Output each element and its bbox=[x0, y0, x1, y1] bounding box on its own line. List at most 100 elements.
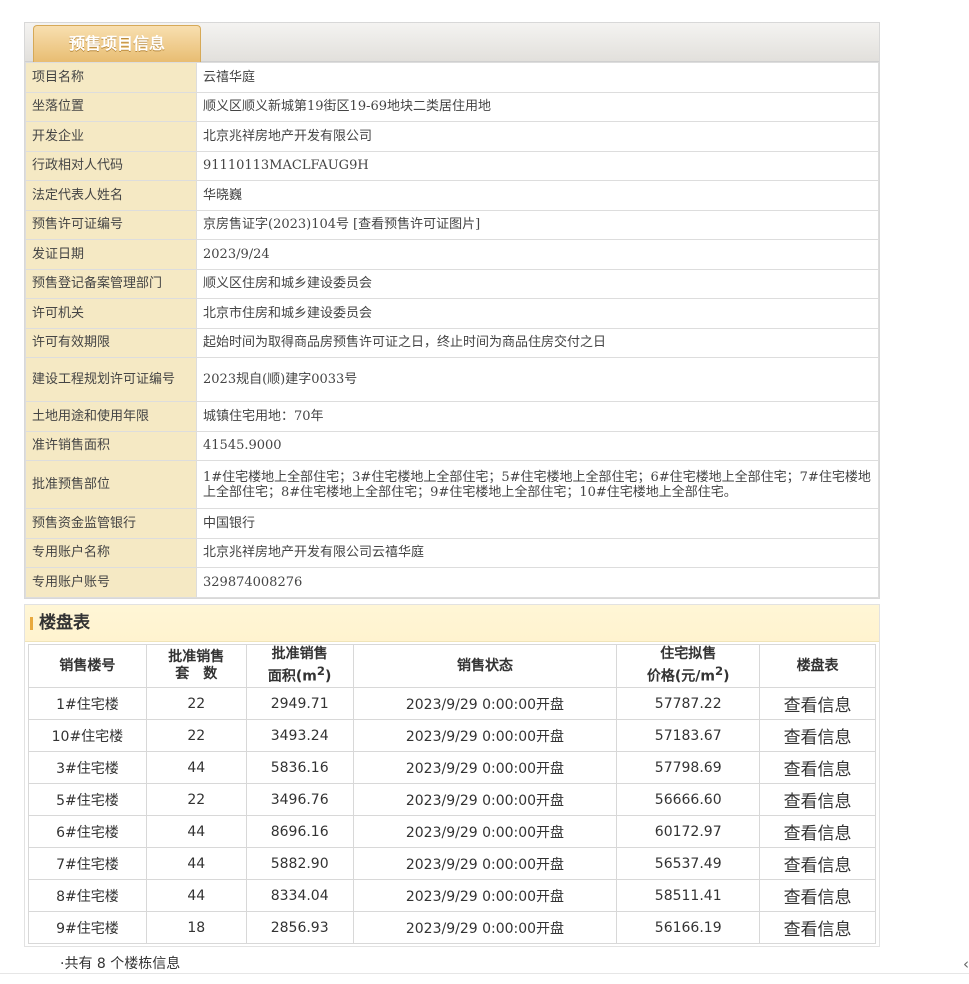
cell-status: 2023/9/29 0:00:00开盘 bbox=[352, 879, 618, 912]
info-key: 开发企业 bbox=[25, 121, 197, 152]
info-value-text: 北京兆祥房地产开发有限公司云禧华庭 bbox=[203, 545, 425, 561]
table-row: 5#住宅楼 22 3496.76 2023/9/29 0:00:00开盘 56666.6… bbox=[28, 783, 876, 816]
top-cropped-strip bbox=[0, 0, 969, 4]
col-header-status: 销售状态 bbox=[352, 644, 618, 688]
view-info-link[interactable]: 查看信息 bbox=[759, 783, 876, 816]
cell-price: 57798.69 bbox=[616, 751, 761, 784]
info-key: 土地用途和使用年限 bbox=[25, 401, 197, 432]
cell-units: 22 bbox=[145, 719, 247, 752]
info-value: 起始时间为取得商品房预售许可证之日，终止时间为商品住房交付之日 bbox=[196, 327, 879, 358]
info-row: 准许销售面积 41545.9000 bbox=[25, 430, 879, 461]
chevron-left-icon[interactable]: ‹ bbox=[963, 955, 969, 973]
info-row: 预售许可证编号 京房售证字(2023)104号 [查看预售许可证图片] bbox=[25, 209, 879, 240]
info-value-text: 2023规自(顺)建字0033号 bbox=[203, 372, 358, 387]
presale-info-tab[interactable]: 预售项目信息 bbox=[33, 25, 201, 62]
cell-building: 8#住宅楼 bbox=[28, 879, 147, 912]
info-value-text: 329874008276 bbox=[203, 574, 303, 590]
cell-status: 2023/9/29 0:00:00开盘 bbox=[352, 911, 618, 944]
cell-price: 56166.19 bbox=[616, 911, 761, 944]
info-value-text: 91110113MACLFAUG9H bbox=[203, 158, 369, 174]
info-row: 预售资金监管银行 中国银行 bbox=[25, 508, 879, 539]
info-row: 开发企业 北京兆祥房地产开发有限公司 bbox=[25, 121, 879, 152]
building-table-panel: 楼盘表 销售楼号 批准销售套 数 批准销售 面积(m2) 销售状态 住宅拟售 价格(… bbox=[24, 604, 880, 947]
info-row: 发证日期 2023/9/24 bbox=[25, 239, 879, 270]
view-info-link[interactable]: 查看信息 bbox=[759, 815, 876, 848]
table-row: 6#住宅楼 44 8696.16 2023/9/29 0:00:00开盘 60172.9… bbox=[28, 815, 876, 848]
info-key: 预售许可证编号 bbox=[25, 209, 197, 240]
info-row: 行政相对人代码 91110113MACLFAUG9H bbox=[25, 150, 879, 181]
info-value: 中国银行 bbox=[196, 508, 879, 539]
info-value: 顺义区住房和城乡建设委员会 bbox=[196, 268, 879, 299]
cell-status: 2023/9/29 0:00:00开盘 bbox=[352, 815, 618, 848]
info-row: 许可有效期限 起始时间为取得商品房预售许可证之日，终止时间为商品住房交付之日 bbox=[25, 327, 879, 358]
info-value: 2023/9/24 bbox=[196, 239, 879, 270]
info-value-text: 顺义区顺义新城第19街区19-69地块二类居住用地 bbox=[203, 99, 492, 115]
cell-status: 2023/9/29 0:00:00开盘 bbox=[352, 687, 618, 720]
info-row: 项目名称 云禧华庭 bbox=[25, 62, 879, 93]
info-value-text: 云禧华庭 bbox=[203, 69, 256, 85]
cell-area: 8696.16 bbox=[245, 815, 354, 848]
view-info-link[interactable]: 查看信息 bbox=[759, 687, 876, 720]
view-license-image-link[interactable]: [查看预售许可证图片] bbox=[353, 217, 480, 232]
table-row: 9#住宅楼 18 2856.93 2023/9/29 0:00:00开盘 56166.1… bbox=[28, 911, 876, 944]
col-header-price: 住宅拟售 价格(元/m2) bbox=[616, 644, 761, 688]
info-key: 许可机关 bbox=[25, 298, 197, 329]
cell-units: 44 bbox=[145, 751, 247, 784]
cell-building: 1#住宅楼 bbox=[28, 687, 147, 720]
view-info-link[interactable]: 查看信息 bbox=[759, 911, 876, 944]
info-row: 专用账户账号 329874008276 bbox=[25, 567, 879, 598]
info-value-text: 城镇住宅用地：70年 bbox=[203, 408, 324, 424]
view-info-link[interactable]: 查看信息 bbox=[759, 847, 876, 880]
col-header-area: 批准销售 面积(m2) bbox=[245, 644, 354, 688]
view-info-link[interactable]: 查看信息 bbox=[759, 719, 876, 752]
info-key: 预售登记备案管理部门 bbox=[25, 268, 197, 299]
cell-area: 3496.76 bbox=[245, 783, 354, 816]
cell-price: 56537.49 bbox=[616, 847, 761, 880]
cell-area: 2949.71 bbox=[245, 687, 354, 720]
cell-price: 57183.67 bbox=[616, 719, 761, 752]
info-key: 坐落位置 bbox=[25, 91, 197, 122]
building-table-head-row: 销售楼号 批准销售套 数 批准销售 面积(m2) 销售状态 住宅拟售 价格(元/m2… bbox=[28, 644, 876, 688]
cell-building: 7#住宅楼 bbox=[28, 847, 147, 880]
info-row: 专用账户名称 北京兆祥房地产开发有限公司云禧华庭 bbox=[25, 537, 879, 568]
info-row: 许可机关 北京市住房和城乡建设委员会 bbox=[25, 298, 879, 329]
cell-price: 56666.60 bbox=[616, 783, 761, 816]
cell-price: 60172.97 bbox=[616, 815, 761, 848]
cell-building: 6#住宅楼 bbox=[28, 815, 147, 848]
info-value-text: 顺义区住房和城乡建设委员会 bbox=[203, 276, 373, 292]
cell-price: 57787.22 bbox=[616, 687, 761, 720]
info-key: 建设工程规划许可证编号 bbox=[25, 357, 197, 402]
info-value: 2023规自(顺)建字0033号 bbox=[196, 357, 879, 402]
info-row: 建设工程规划许可证编号 2023规自(顺)建字0033号 bbox=[25, 357, 879, 402]
info-value: 京房售证字(2023)104号 [查看预售许可证图片] bbox=[196, 209, 879, 240]
info-value-text: 北京兆祥房地产开发有限公司 bbox=[203, 128, 373, 144]
info-key: 预售资金监管银行 bbox=[25, 508, 197, 539]
info-key: 准许销售面积 bbox=[25, 430, 197, 461]
info-value: 329874008276 bbox=[196, 567, 879, 598]
info-value-text: 起始时间为取得商品房预售许可证之日，终止时间为商品住房交付之日 bbox=[203, 335, 607, 351]
cell-status: 2023/9/29 0:00:00开盘 bbox=[352, 751, 618, 784]
cell-building: 3#住宅楼 bbox=[28, 751, 147, 784]
info-value: 91110113MACLFAUG9H bbox=[196, 150, 879, 181]
cell-building: 9#住宅楼 bbox=[28, 911, 147, 944]
cell-units: 44 bbox=[145, 847, 247, 880]
cell-units: 22 bbox=[145, 783, 247, 816]
info-row: 坐落位置 顺义区顺义新城第19街区19-69地块二类居住用地 bbox=[25, 91, 879, 122]
info-value: 北京市住房和城乡建设委员会 bbox=[196, 298, 879, 329]
info-key: 专用账户账号 bbox=[25, 567, 197, 598]
cell-status: 2023/9/29 0:00:00开盘 bbox=[352, 783, 618, 816]
info-value: 顺义区顺义新城第19街区19-69地块二类居住用地 bbox=[196, 91, 879, 122]
info-value: 城镇住宅用地：70年 bbox=[196, 401, 879, 432]
cell-status: 2023/9/29 0:00:00开盘 bbox=[352, 719, 618, 752]
presale-info-table: 项目名称 云禧华庭 坐落位置 顺义区顺义新城第19街区19-69地块二类居住用地 开发企… bbox=[25, 62, 879, 598]
info-value-text: 华晓巍 bbox=[203, 187, 243, 203]
building-table-header: 楼盘表 bbox=[25, 605, 879, 642]
view-info-link[interactable]: 查看信息 bbox=[759, 879, 876, 912]
building-count-note: ·共有 8 个楼栋信息 bbox=[60, 956, 181, 972]
info-key: 项目名称 bbox=[25, 62, 197, 93]
col-header-building: 销售楼号 bbox=[28, 644, 147, 688]
info-value-text: 京房售证字(2023)104号 bbox=[203, 217, 350, 233]
info-value-text: 1#住宅楼地上全部住宅；3#住宅楼地上全部住宅；5#住宅楼地上全部住宅；6#住宅… bbox=[203, 469, 871, 500]
info-key: 行政相对人代码 bbox=[25, 150, 197, 181]
view-info-link[interactable]: 查看信息 bbox=[759, 751, 876, 784]
